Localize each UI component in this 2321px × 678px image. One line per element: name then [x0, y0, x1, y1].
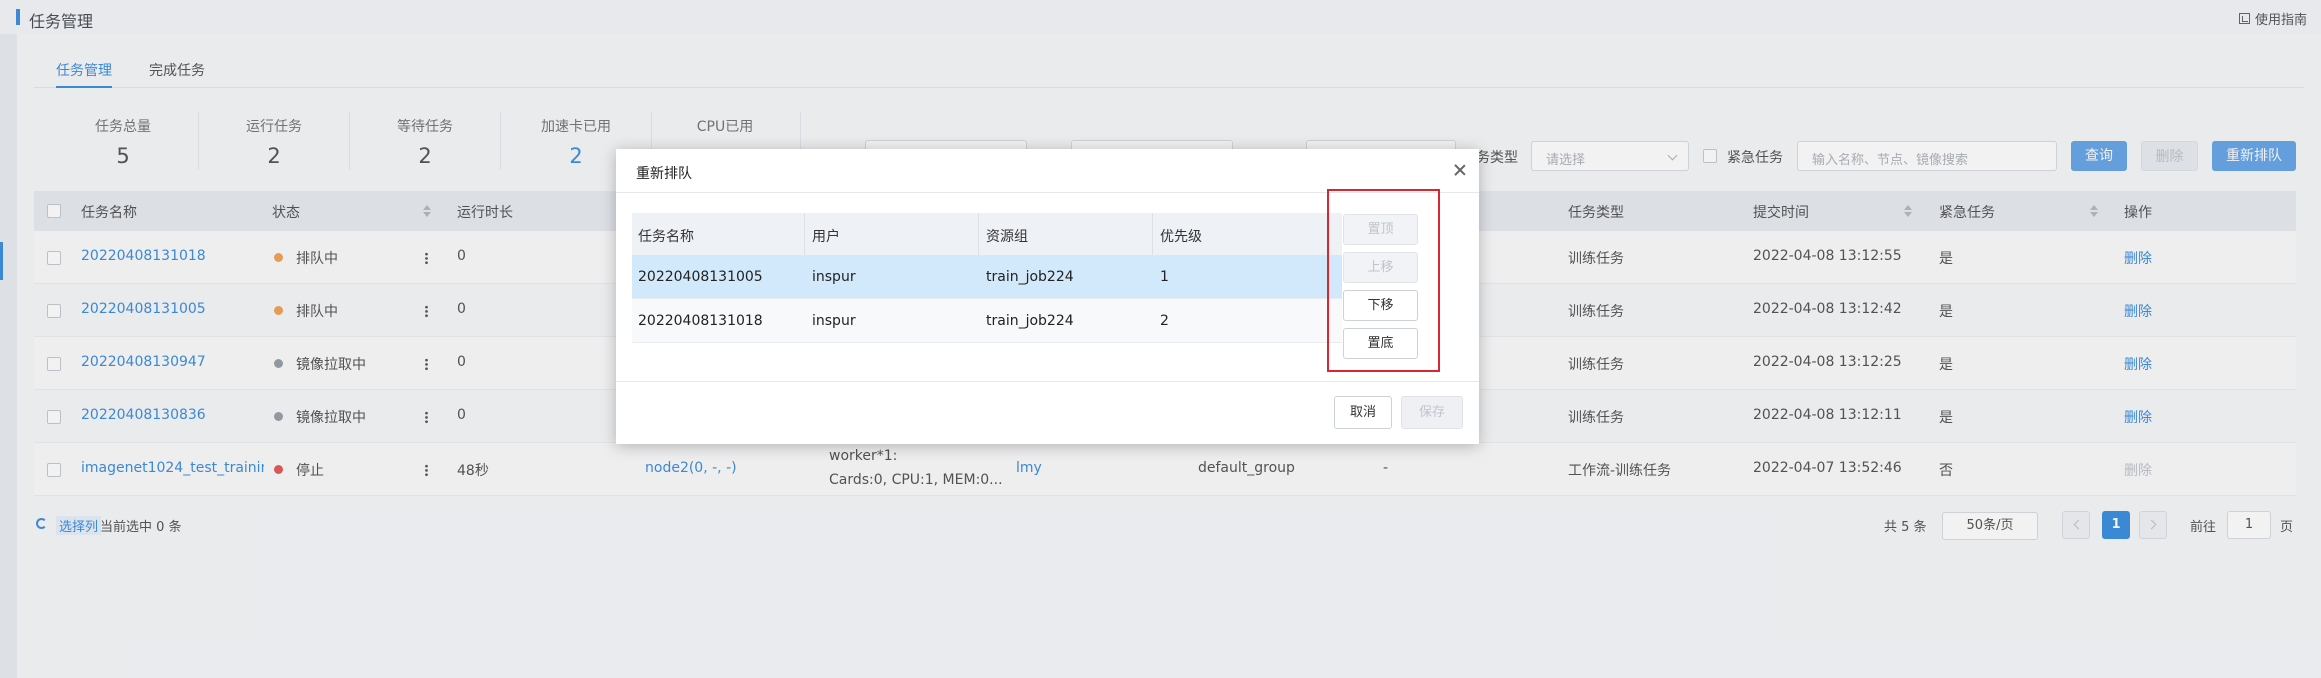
- queue-table-header: 任务名称 用户 资源组 优先级: [632, 213, 1342, 255]
- queue-task-name: 20220408131005: [638, 269, 763, 285]
- close-icon[interactable]: [1453, 163, 1467, 177]
- column-divider: [978, 213, 979, 255]
- dialog-header: 重新排队: [616, 149, 1479, 193]
- queue-row[interactable]: 20220408131018 inspur train_job224 2: [632, 299, 1342, 343]
- queue-row[interactable]: 20220408131005 inspur train_job224 1: [632, 255, 1342, 299]
- column-divider: [1152, 213, 1153, 255]
- queue-user: inspur: [812, 313, 856, 329]
- queue-user: inspur: [812, 269, 856, 285]
- dialog-title: 重新排队: [636, 166, 692, 182]
- save-button[interactable]: 保存: [1401, 396, 1463, 429]
- queue-priority: 2: [1160, 313, 1169, 329]
- column-divider: [804, 213, 805, 255]
- queue-priority: 1: [1160, 269, 1169, 285]
- queue-group: train_job224: [986, 313, 1074, 329]
- highlight-box: [1327, 189, 1440, 372]
- queue-group: train_job224: [986, 269, 1074, 285]
- dialog-footer-divider: [616, 381, 1479, 382]
- queue-task-name: 20220408131018: [638, 313, 763, 329]
- cancel-button[interactable]: 取消: [1334, 396, 1392, 429]
